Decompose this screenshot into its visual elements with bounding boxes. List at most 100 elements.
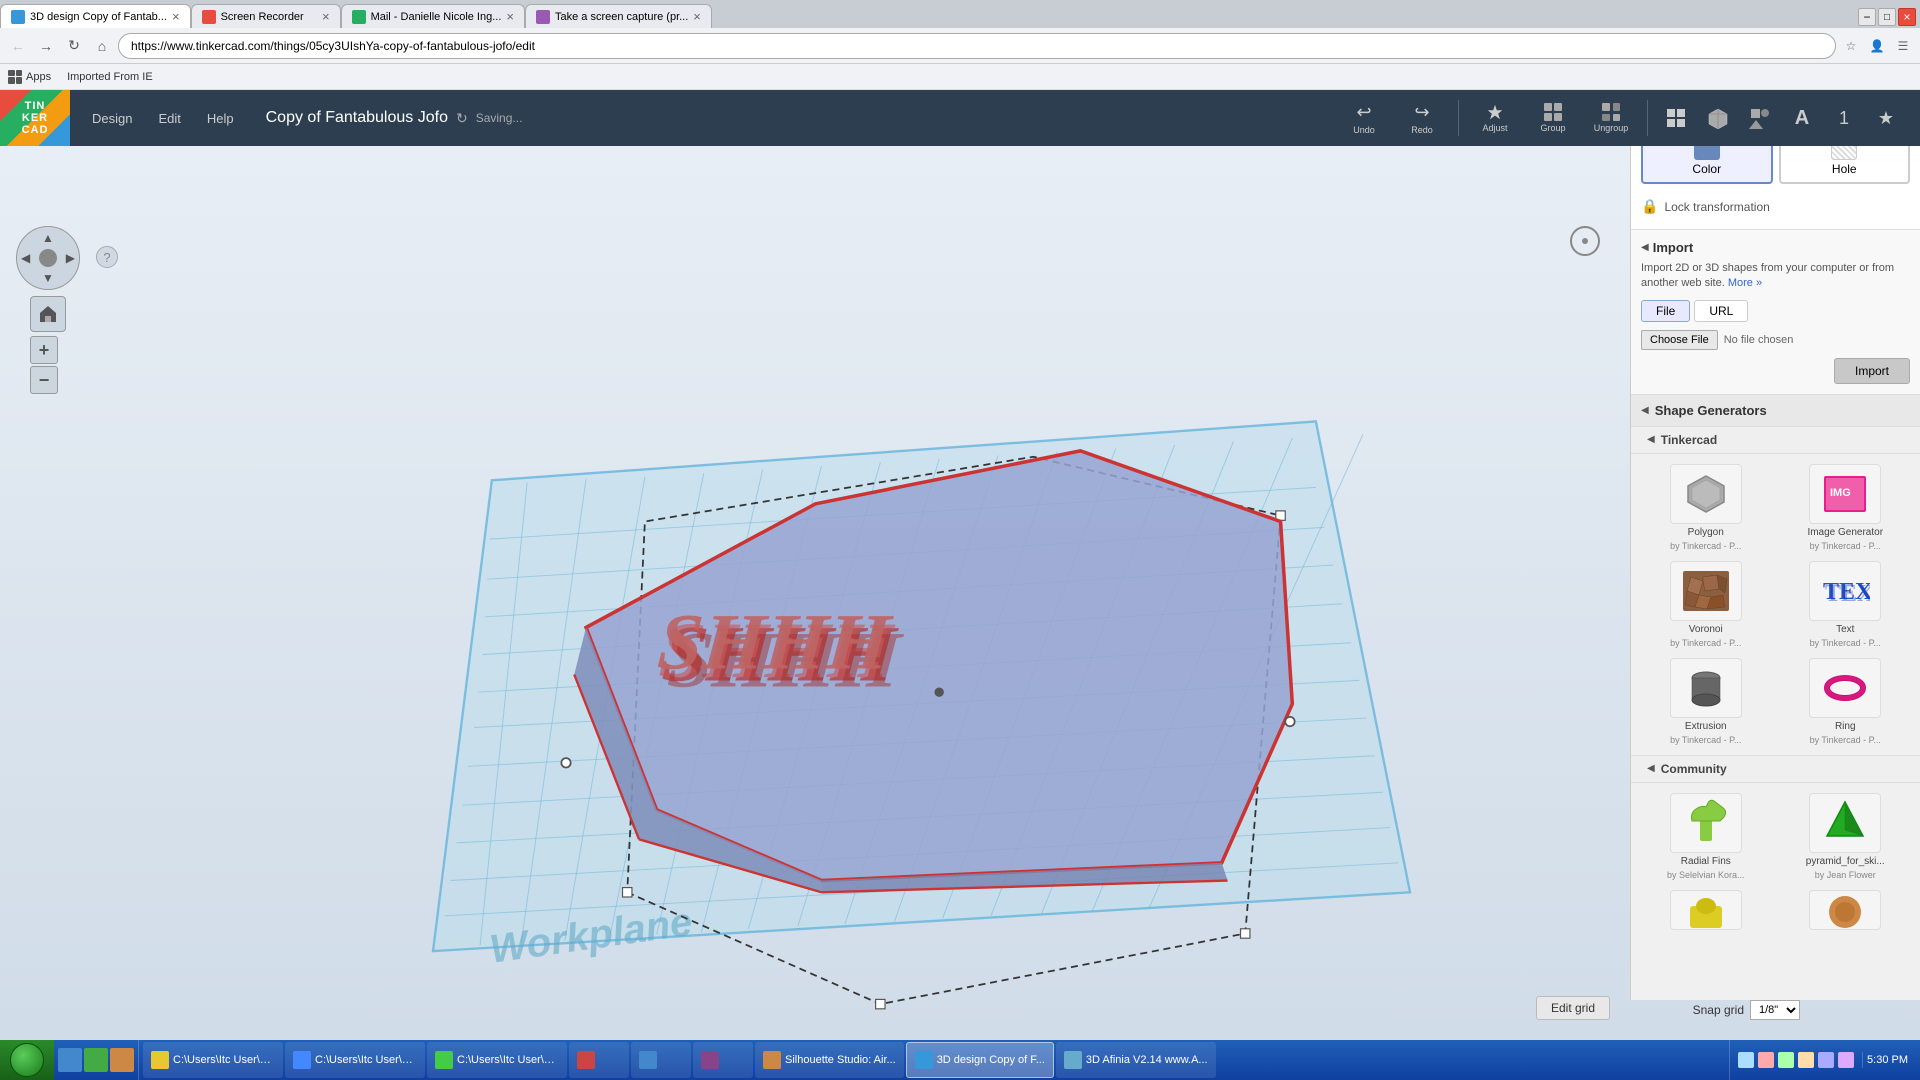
scene-area: Workplane <box>60 186 1630 1010</box>
group-button[interactable]: Group <box>1527 95 1579 141</box>
menu-edit[interactable]: Edit <box>146 105 192 132</box>
start-button[interactable] <box>0 1040 54 1080</box>
quick-launch-explorer[interactable] <box>84 1048 108 1072</box>
tab-close-2[interactable]: × <box>322 9 330 24</box>
shape-item-image-generator[interactable]: IMG Image Generator by Tinkercad - P... <box>1781 464 1911 551</box>
ungroup-label: Ungroup <box>1594 123 1629 133</box>
toolbar-separator-2 <box>1647 100 1648 136</box>
tab-3d-design[interactable]: 3D design Copy of Fantab... × <box>0 4 191 28</box>
import-url-tab[interactable]: URL <box>1694 300 1748 322</box>
bookmark-imported[interactable]: Imported From IE <box>67 71 153 83</box>
shapes-button[interactable] <box>1742 100 1778 136</box>
system-tray: 5:30 PM <box>1729 1040 1920 1080</box>
community-subsection-header[interactable]: ◀ Community <box>1631 755 1920 783</box>
handle-br[interactable] <box>1241 929 1250 938</box>
refresh-icon[interactable]: ↻ <box>456 110 468 127</box>
tab-close-3[interactable]: × <box>506 9 514 24</box>
tab-close-1[interactable]: × <box>172 9 180 24</box>
import-header[interactable]: ◀ Import <box>1641 240 1910 255</box>
menu-icon[interactable]: ☰ <box>1892 35 1914 57</box>
tinkercad-subsection-header[interactable]: ◀ Tinkercad <box>1631 427 1920 454</box>
ring-label: Ring <box>1835 721 1856 732</box>
clock[interactable]: 5:30 PM <box>1862 1052 1912 1068</box>
tab-screen-recorder[interactable]: Screen Recorder × <box>191 4 341 28</box>
left-handle-dot[interactable] <box>561 758 570 767</box>
tab-close-4[interactable]: × <box>693 9 701 24</box>
grid-view-button[interactable] <box>1658 100 1694 136</box>
ruler-button[interactable]: 1 <box>1826 100 1862 136</box>
taskbar-items: C:\Users\Itc User\Dr... C:\Users\Itc Use… <box>139 1040 1729 1080</box>
ungroup-button[interactable]: Ungroup <box>1585 95 1637 141</box>
reload-button[interactable]: ↻ <box>62 34 86 58</box>
zoom-in-button[interactable]: + <box>30 336 58 364</box>
minimize-browser[interactable]: − <box>1858 8 1876 26</box>
shape-item-pyramid[interactable]: pyramid_for_ski... by Jean Flower <box>1781 793 1911 880</box>
workplane-svg: Workplane <box>60 186 1630 1010</box>
shape-item-radial-fins[interactable]: Radial Fins by Selelvian Kora... <box>1641 793 1771 880</box>
tab-mail[interactable]: Mail - Danielle Nicole Ing... × <box>341 4 525 28</box>
shape-item-voronoi[interactable]: Voronoi by Tinkercad - P... <box>1641 561 1771 648</box>
home-view-icon <box>38 304 58 324</box>
taskbar-item-2[interactable]: C:\Users\Itc User\Dr... <box>285 1042 425 1078</box>
file-input-row: Choose File No file chosen <box>1641 330 1910 350</box>
shape-item-extrusion[interactable]: Extrusion by Tinkercad - P... <box>1641 658 1771 745</box>
view-home-btn[interactable] <box>30 296 80 332</box>
taskbar-item-6[interactable] <box>693 1042 753 1078</box>
handle-bottom[interactable] <box>876 999 885 1008</box>
home-nav-button[interactable]: ⌂ <box>90 34 114 58</box>
taskbar-item-4[interactable] <box>569 1042 629 1078</box>
right-handle-dot[interactable] <box>1285 717 1294 726</box>
shape-item-text[interactable]: TEXT TEXT Text by Tinkercad - P... <box>1781 561 1911 648</box>
maximize-browser[interactable]: □ <box>1878 8 1896 26</box>
extra-shape-2-icon <box>1823 890 1867 930</box>
shape-item-extra-2[interactable] <box>1781 890 1911 930</box>
user-icon[interactable]: 👤 <box>1866 35 1888 57</box>
tab-title-4: Take a screen capture (pr... <box>555 11 688 23</box>
undo-button[interactable]: ↩ Undo <box>1338 95 1390 141</box>
bookmark-apps[interactable]: Apps <box>8 70 51 84</box>
taskbar-item-1[interactable]: C:\Users\Itc User\Dr... <box>143 1042 283 1078</box>
taskbar-item-tinkercad[interactable]: 3D design Copy of F... <box>906 1042 1054 1078</box>
lock-label: Lock transformation <box>1664 200 1769 214</box>
shape-item-ring[interactable]: Ring by Tinkercad - P... <box>1781 658 1911 745</box>
import-button[interactable]: Import <box>1834 358 1910 384</box>
quick-launch-ie[interactable] <box>58 1048 82 1072</box>
taskbar-item-silhouette[interactable]: Silhouette Studio: Air... <box>755 1042 904 1078</box>
taskbar-item-5[interactable] <box>631 1042 691 1078</box>
close-browser[interactable]: × <box>1898 8 1916 26</box>
design-title-area: Copy of Fantabulous Jofo ↻ Saving... <box>256 109 533 127</box>
shape-item-extra-1[interactable] <box>1641 890 1771 930</box>
back-button[interactable]: ← <box>6 34 30 58</box>
3d-view-button[interactable] <box>1700 100 1736 136</box>
redo-button[interactable]: ↪ Redo <box>1396 95 1448 141</box>
quick-launch-3[interactable] <box>110 1048 134 1072</box>
more-link[interactable]: More » <box>1728 277 1762 289</box>
orbit-control[interactable]: ▲ ▼ ◀ ▶ <box>16 226 80 290</box>
color-tab-label: Color <box>1649 162 1765 176</box>
menu-help[interactable]: Help <box>195 105 246 132</box>
import-file-tab[interactable]: File <box>1641 300 1690 322</box>
shape-item-polygon[interactable]: Polygon by Tinkercad - P... <box>1641 464 1771 551</box>
forward-button[interactable]: → <box>34 34 58 58</box>
zoom-out-button[interactable]: − <box>30 366 58 394</box>
extrusion-shape-icon <box>1684 666 1728 710</box>
text-button[interactable]: A <box>1784 100 1820 136</box>
toolbar-separator-1 <box>1458 100 1459 136</box>
redo-label: Redo <box>1411 125 1433 135</box>
taskbar-item-3[interactable]: C:\Users\Itc User\Dr... <box>427 1042 567 1078</box>
pyramid-shape-icon <box>1823 798 1867 848</box>
handle-bl[interactable] <box>623 888 632 897</box>
snap-grid-select[interactable]: 1/8" 1/4" 1/2" 1" <box>1750 1000 1800 1020</box>
tab-screenshot[interactable]: Take a screen capture (pr... × <box>525 4 712 28</box>
star-icon[interactable]: ☆ <box>1840 35 1862 57</box>
url-bar[interactable] <box>118 33 1836 59</box>
shape-gen-header[interactable]: ◀ Shape Generators <box>1631 395 1920 427</box>
menu-design[interactable]: Design <box>80 105 144 132</box>
edit-grid-btn[interactable]: Edit grid <box>1536 996 1610 1020</box>
orbit-down-arrow: ▼ <box>42 271 54 285</box>
choose-file-button[interactable]: Choose File <box>1641 330 1718 350</box>
taskbar-item-afinia[interactable]: 3D Afinia V2.14 www.A... <box>1056 1042 1216 1078</box>
star-button[interactable]: ★ <box>1868 100 1904 136</box>
adjust-button[interactable]: Adjust <box>1469 95 1521 141</box>
community-shapes-grid: Radial Fins by Selelvian Kora... pyramid… <box>1631 783 1920 890</box>
